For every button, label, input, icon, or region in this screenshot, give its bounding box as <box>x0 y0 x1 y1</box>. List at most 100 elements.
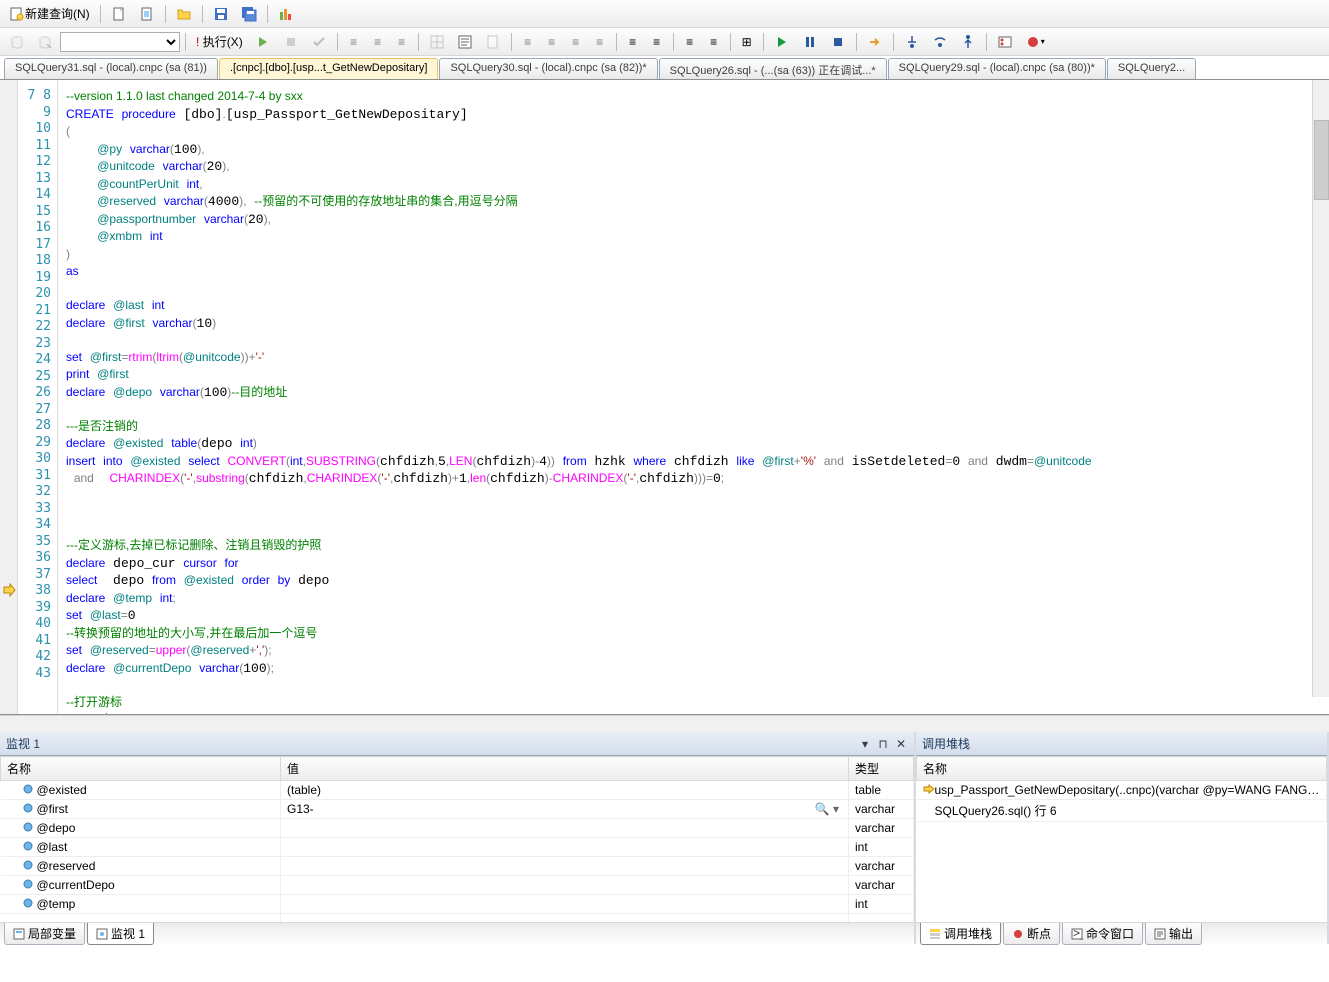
step-into-button[interactable] <box>899 31 925 53</box>
separator <box>730 33 731 51</box>
line-number-gutter: 7 8 9 10 11 12 13 14 15 16 17 18 19 20 2… <box>18 80 58 714</box>
indent-button[interactable]: ≡ <box>367 31 389 53</box>
watch-row[interactable]: @currentDepovarchar <box>1 876 914 895</box>
check-icon <box>311 34 327 50</box>
step-out-button[interactable] <box>955 31 981 53</box>
panel-tab-watch[interactable]: 监视 1 <box>87 923 154 945</box>
callstack-panel-header: 调用堆栈 <box>916 732 1327 756</box>
toolbar-sql: ! 执行(X) ≡ ≡ ≡ ≡ ≡ ≡ ≡ ≡ ≡ ≡ ≡ ⊞ ▾ <box>0 28 1329 56</box>
callstack-grid[interactable]: 名称 usp_Passport_GetNewDepositary(..cnpc)… <box>916 756 1327 922</box>
watch-row[interactable]: @tempint <box>1 895 914 914</box>
separator <box>763 33 764 51</box>
scroll-thumb[interactable] <box>1314 120 1329 200</box>
panel-dropdown-button[interactable]: ▾ <box>858 737 872 751</box>
results-file-button[interactable] <box>480 31 506 53</box>
panel-close-button[interactable]: ✕ <box>894 737 908 751</box>
watch-row[interactable]: @depovarchar <box>1 819 914 838</box>
magnify-icon[interactable]: 🔍 ▾ <box>815 802 842 816</box>
db-button[interactable] <box>4 31 30 53</box>
activity-icon <box>278 6 294 22</box>
panel-tab-breakpoint[interactable]: 断点 <box>1003 923 1060 945</box>
vertical-scrollbar[interactable] <box>1312 80 1329 697</box>
variable-icon <box>23 860 33 870</box>
watch-panel: 监视 1 ▾ ⊓ ✕ 名称 值 类型 @existed(table)table@… <box>0 732 916 944</box>
watch-col-type[interactable]: 类型 <box>849 757 914 781</box>
breakpoints-button[interactable] <box>992 31 1018 53</box>
save-button[interactable] <box>208 3 234 25</box>
uncomment-button[interactable]: ≡ <box>541 31 563 53</box>
panel-tab-cmd[interactable]: >_命令窗口 <box>1062 923 1143 945</box>
stop-debug-button[interactable] <box>825 31 851 53</box>
new-project-button[interactable] <box>134 3 160 25</box>
breakpoint-margin[interactable] <box>0 80 18 714</box>
separator <box>165 5 166 23</box>
save-all-icon <box>241 6 257 22</box>
database-combo[interactable] <box>60 32 180 52</box>
callstack-col-name[interactable]: 名称 <box>917 757 1327 781</box>
panel-pin-button[interactable]: ⊓ <box>876 737 890 751</box>
document-tab[interactable]: .[cnpc].[dbo].[usp...t_GetNewDepositary] <box>219 58 438 79</box>
code-content[interactable]: --version 1.1.0 last changed 2014-7-4 by… <box>58 80 1329 714</box>
document-tab[interactable]: SQLQuery31.sql - (local).cnpc (sa (81)) <box>4 58 218 79</box>
change-db-button[interactable] <box>32 31 58 53</box>
watch-grid[interactable]: 名称 值 类型 @existed(table)table@firstG13-🔍 … <box>0 756 914 922</box>
comment-button[interactable]: ≡ <box>391 31 413 53</box>
watch-col-value[interactable]: 值 <box>281 757 849 781</box>
results-text-button[interactable] <box>452 31 478 53</box>
open-folder-icon <box>176 6 192 22</box>
separator <box>337 33 338 51</box>
show-next-button[interactable] <box>862 31 888 53</box>
document-tab[interactable]: SQLQuery26.sql - (...(sa (63)) 正在调试...* <box>659 58 887 79</box>
pause-button[interactable] <box>797 31 823 53</box>
watch-row[interactable]: @lastint <box>1 838 914 857</box>
cmd-icon: >_ <box>1071 928 1083 940</box>
code-editor[interactable]: 7 8 9 10 11 12 13 14 15 16 17 18 19 20 2… <box>0 80 1329 715</box>
outdent2-button[interactable]: ≡ <box>679 31 701 53</box>
watch-col-name[interactable]: 名称 <box>1 757 281 781</box>
indent-left-button[interactable]: ≡ <box>622 31 644 53</box>
panel-tab-output[interactable]: 输出 <box>1145 923 1202 945</box>
current-frame-arrow-icon <box>923 784 935 794</box>
stop-button[interactable] <box>278 31 304 53</box>
pause-icon <box>802 34 818 50</box>
step-out-icon <box>960 34 976 50</box>
indent2-button[interactable]: ≡ <box>703 31 725 53</box>
watch-row[interactable]: @reservedvarchar <box>1 857 914 876</box>
parse-button[interactable] <box>306 31 332 53</box>
debug-button[interactable] <box>250 31 276 53</box>
decrease-indent-button[interactable]: ≡ <box>565 31 587 53</box>
document-tab[interactable]: SQLQuery2... <box>1107 58 1196 79</box>
comment-out-button[interactable]: ≡ <box>517 31 539 53</box>
save-all-button[interactable] <box>236 3 262 25</box>
outdent-button[interactable]: ≡ <box>343 31 365 53</box>
open-file-button[interactable] <box>171 3 197 25</box>
watch-panel-title: 监视 1 <box>6 735 40 752</box>
watch-row[interactable]: @existed(table)table <box>1 781 914 800</box>
new-query-button[interactable]: 新建查询(N) <box>4 3 95 25</box>
document-tabs: SQLQuery31.sql - (local).cnpc (sa (81)).… <box>0 56 1329 80</box>
play-icon <box>255 34 271 50</box>
execute-button[interactable]: ! 执行(X) <box>191 31 248 53</box>
step-over-button[interactable] <box>927 31 953 53</box>
new-query-label: 新建查询(N) <box>25 5 90 22</box>
file-icon <box>485 34 501 50</box>
new-file-button[interactable] <box>106 3 132 25</box>
indent-right-button[interactable]: ≡ <box>646 31 668 53</box>
breakpoint-toggle-button[interactable]: ▾ <box>1020 31 1050 53</box>
panel-tab-locals[interactable]: 局部变量 <box>4 923 85 945</box>
watch-row[interactable]: @firstG13-🔍 ▾varchar <box>1 800 914 819</box>
document-tab[interactable]: SQLQuery30.sql - (local).cnpc (sa (82))* <box>439 58 657 79</box>
specify-button[interactable]: ⊞ <box>736 31 758 53</box>
activity-monitor-button[interactable] <box>273 3 299 25</box>
callstack-row[interactable]: usp_Passport_GetNewDepositary(..cnpc)(va… <box>917 781 1327 800</box>
watch-row-empty[interactable] <box>1 914 914 923</box>
horizontal-scrollbar[interactable] <box>0 715 1329 732</box>
document-tab[interactable]: SQLQuery29.sql - (local).cnpc (sa (80))* <box>888 58 1106 79</box>
db-icon <box>9 34 25 50</box>
callstack-row[interactable]: SQLQuery26.sql() 行 6 <box>917 800 1327 822</box>
panel-tab-callstack[interactable]: 调用堆栈 <box>920 923 1001 945</box>
results-grid-button[interactable] <box>424 31 450 53</box>
toolbar-main: 新建查询(N) <box>0 0 1329 28</box>
continue-button[interactable] <box>769 31 795 53</box>
increase-indent-button[interactable]: ≡ <box>589 31 611 53</box>
